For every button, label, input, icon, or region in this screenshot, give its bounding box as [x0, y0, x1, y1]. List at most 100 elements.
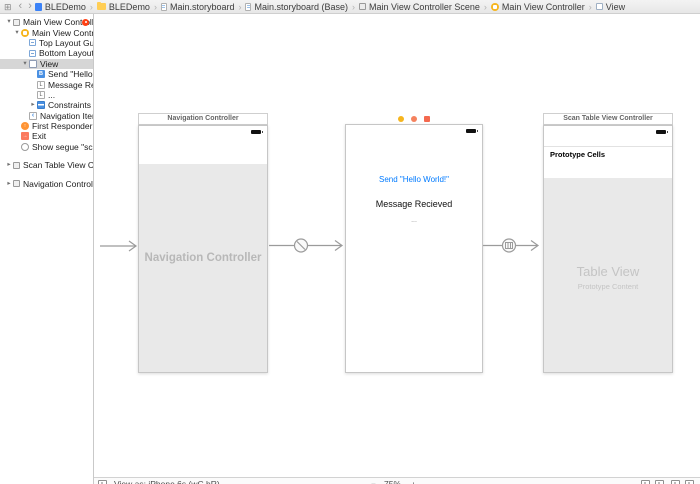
navigation-controller-placeholder-label: Navigation Controller — [144, 252, 262, 264]
navigation-controller-content[interactable]: Navigation Controller — [139, 164, 267, 372]
outline-label: Constraints — [48, 100, 91, 111]
breadcrumb-label: Main.storyboard (Base) — [254, 1, 349, 12]
outline-row-message-label[interactable]: Message Reci... — [0, 79, 93, 90]
segue-icon — [21, 142, 29, 151]
outline-label: Message Reci... — [48, 79, 93, 90]
show-segue-icon — [501, 238, 517, 253]
outline-row-exit[interactable]: Exit — [0, 131, 93, 141]
send-hello-world-button[interactable]: Send "Hello World!" — [346, 175, 482, 184]
outline-row-show-segue[interactable]: Show segue "scan-s... — [0, 142, 93, 152]
outline-row-main-scene[interactable]: Main View Controller S... — [0, 17, 93, 27]
scene-icon — [13, 161, 20, 169]
outline-row-first-responder[interactable]: First Responder — [0, 121, 93, 131]
scene-icon — [13, 18, 20, 26]
scene-icon — [359, 3, 367, 10]
xcode-interface-builder: { "jumpbar": { "related_items_glyph": "⊞… — [0, 0, 700, 484]
outline-label: Scan Table View Contr... — [23, 160, 93, 171]
outline-toggle-icon[interactable] — [98, 480, 107, 484]
storyboard-file-icon — [245, 2, 252, 11]
zoom-level-label[interactable]: 75% — [384, 479, 401, 484]
jump-bar: ⊞ ‹ › BLEDemo BLEDemo Main.storyboard Ma… — [0, 0, 700, 14]
exit-icon — [21, 132, 29, 141]
outline-row-navigation-item[interactable]: Navigation Item — [0, 111, 93, 121]
outline-row-send-button[interactable]: Send "Hello W... — [0, 69, 93, 79]
canvas-toolbar-icon[interactable] — [641, 480, 650, 484]
view-as-button[interactable]: View as: iPhone 6s (wC hR) — [114, 479, 220, 484]
breadcrumb-label: BLEDemo — [44, 1, 86, 12]
outline-label: Send "Hello W... — [48, 69, 93, 80]
label-icon — [37, 80, 45, 89]
table-view-content[interactable]: Table View Prototype Content — [544, 178, 672, 372]
button-icon — [37, 70, 45, 79]
view-icon — [29, 59, 37, 68]
breadcrumb-label: View — [605, 1, 626, 12]
disclosure-triangle-icon[interactable] — [5, 160, 13, 170]
outline-label: Top Layout Guide — [39, 37, 93, 48]
outline-row-scan-table-scene[interactable]: Scan Table View Contr... — [0, 160, 93, 170]
main-view-controller-device[interactable]: Send "Hello World!" Message Recieved ... — [345, 124, 483, 373]
breadcrumb-scene[interactable]: Main View Controller Scene — [359, 2, 491, 12]
first-responder-icon[interactable] — [411, 116, 417, 122]
scene-dock — [345, 114, 483, 124]
outline-row-view[interactable]: View — [0, 58, 93, 69]
breadcrumb-project[interactable]: BLEDemo — [34, 1, 97, 12]
outline-row-top-layout-guide[interactable]: Top Layout Guide — [0, 38, 93, 48]
disclosure-triangle-icon[interactable] — [13, 28, 21, 38]
breadcrumb-view-controller[interactable]: Main View Controller — [490, 2, 596, 12]
outline-label: Exit — [32, 131, 47, 142]
view-controller-icon — [21, 28, 29, 37]
prototype-content-label: Prototype Content — [577, 282, 639, 291]
view-controller-icon[interactable] — [398, 116, 404, 122]
outline-row-ellipsis-label[interactable]: ... — [0, 90, 93, 100]
scene-title-scan-table-view-controller[interactable]: Scan Table View Controller — [543, 113, 673, 125]
folder-icon — [96, 1, 106, 10]
disclosure-triangle-icon[interactable] — [5, 179, 13, 189]
message-received-label[interactable]: Message Recieved — [346, 199, 482, 209]
scan-table-view-controller-device[interactable]: Prototype Cells Table View Prototype Con… — [543, 125, 673, 373]
initial-view-controller-arrow[interactable] — [99, 238, 141, 254]
layout-guide-icon — [29, 49, 36, 57]
canvas-toolbar-icon[interactable] — [671, 480, 680, 484]
prototype-cells-section[interactable]: Prototype Cells — [544, 146, 672, 178]
breadcrumb-view[interactable]: View — [595, 1, 626, 12]
zoom-in-button[interactable]: + — [411, 479, 416, 484]
breadcrumb-group[interactable]: BLEDemo — [96, 1, 161, 12]
canvas-toolbar-icon[interactable] — [685, 480, 694, 484]
project-icon — [34, 2, 42, 11]
first-responder-icon — [21, 122, 29, 131]
outline-label: Show segue "scan-s... — [32, 141, 93, 152]
forward-button[interactable]: › — [28, 1, 32, 12]
outline-section-gap — [0, 170, 93, 178]
disclosure-triangle-icon[interactable] — [29, 100, 37, 110]
view-controller-icon — [490, 2, 499, 11]
related-items-icon[interactable]: ⊞ — [4, 1, 12, 13]
navigation-item-icon — [29, 111, 37, 120]
canvas-bottom-bar: View as: iPhone 6s (wC hR) − 75% + — [94, 477, 700, 484]
outline-row-main-view-controller[interactable]: Main View Controller — [0, 27, 93, 38]
scene-title-navigation-controller[interactable]: Navigation Controller — [138, 113, 268, 125]
breadcrumb-storyboard[interactable]: Main.storyboard — [160, 2, 246, 12]
navigation-controller-device[interactable]: Navigation Controller — [138, 125, 268, 373]
outline-row-bottom-layout-guide[interactable]: Bottom Layout G... — [0, 48, 93, 58]
show-segue-scan[interactable] — [483, 237, 545, 254]
storyboard-file-icon — [160, 2, 167, 11]
view-icon — [595, 3, 603, 10]
breadcrumb-storyboard-base[interactable]: Main.storyboard (Base) — [245, 2, 359, 12]
canvas-toolbar-icon[interactable] — [655, 480, 664, 484]
exit-icon[interactable] — [424, 116, 430, 122]
breadcrumb-label: BLEDemo — [108, 1, 150, 12]
outline-label: ... — [48, 89, 56, 100]
disclosure-triangle-icon[interactable] — [21, 59, 29, 69]
disclosure-triangle-icon[interactable] — [5, 17, 13, 27]
outline-label: Navigation Item — [40, 110, 93, 121]
storyboard-canvas[interactable]: Navigation Controller Navigation Control… — [94, 14, 700, 477]
scene-icon — [13, 180, 20, 188]
issue-badge-icon[interactable] — [82, 18, 89, 26]
back-button[interactable]: ‹ — [19, 1, 23, 12]
outline-label: Main View Controller — [32, 27, 93, 38]
zoom-out-button[interactable]: − — [371, 479, 376, 484]
outline-row-constraints[interactable]: Constraints — [0, 100, 93, 110]
root-view-controller-relationship-segue[interactable] — [269, 237, 349, 254]
outline-row-navigation-controller-scene[interactable]: Navigation Controller... — [0, 178, 93, 189]
ellipsis-label[interactable]: ... — [346, 217, 482, 224]
